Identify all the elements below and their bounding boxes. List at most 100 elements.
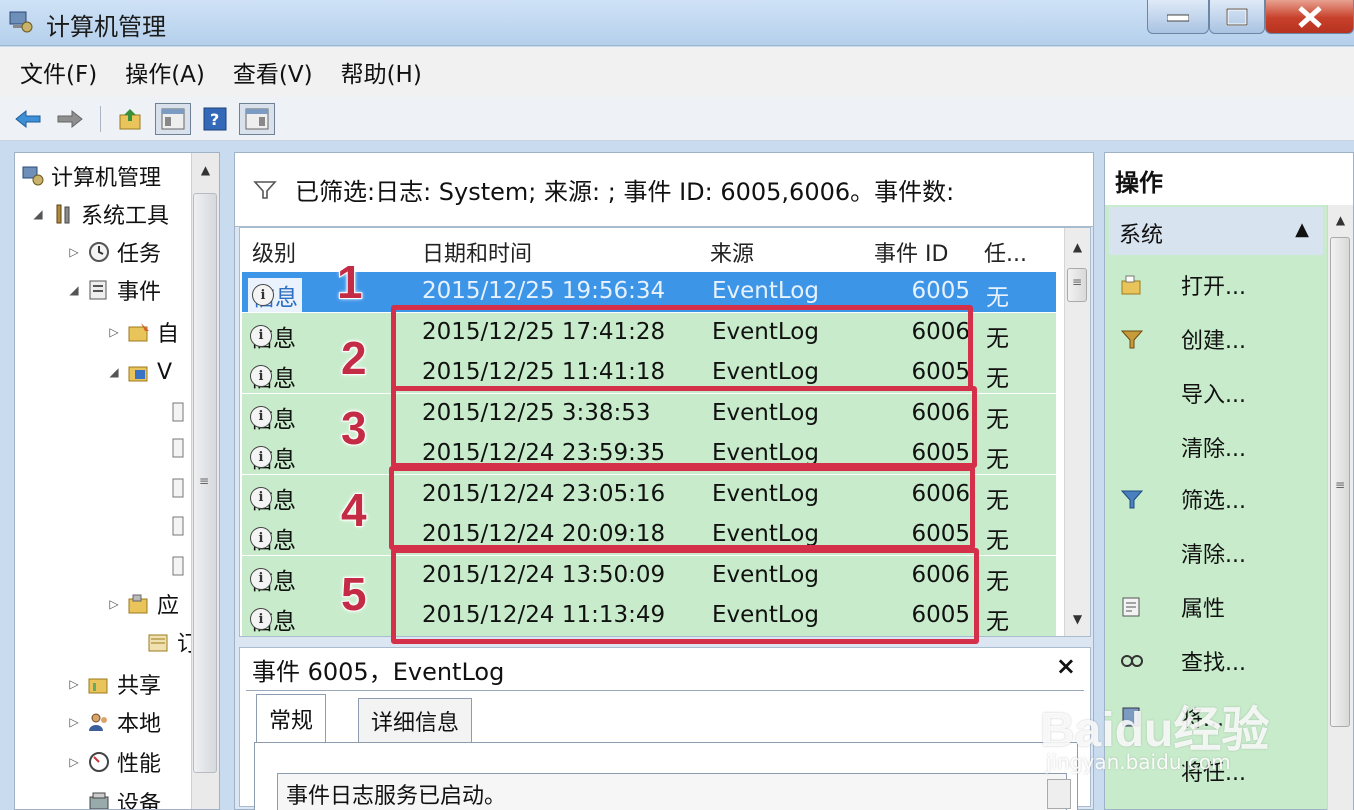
filter-description: 已筛选:日志: System; 来源: ; 事件 ID: 6005,6006。事…	[295, 178, 955, 206]
expand-arrow-icon[interactable]: ▷	[67, 755, 81, 769]
menu-help[interactable]: 帮助(H)	[341, 55, 422, 89]
general-tab-panel: 事件日志服务已启动。	[254, 742, 1078, 810]
scroll-up-arrow-icon[interactable]: ▲	[1065, 240, 1090, 254]
event-message[interactable]: 事件日志服务已启动。	[277, 773, 1067, 810]
scroll-down-arrow-icon[interactable]: ▼	[1065, 612, 1090, 626]
column-header-level[interactable]: 级别	[252, 236, 296, 268]
tree-item-shared-folders[interactable]: ▷ 共享	[67, 665, 161, 703]
up-folder-icon	[119, 108, 141, 129]
actions-scrollbar[interactable]: ▲ ≡	[1327, 205, 1353, 810]
up-folder-button[interactable]	[113, 103, 149, 135]
menu-view[interactable]: 查看(V)	[233, 55, 313, 89]
show-hide-action-pane-button[interactable]	[239, 102, 275, 135]
create-view-icon	[1119, 326, 1145, 352]
tree-item-performance[interactable]: ▷ 性能	[67, 743, 161, 781]
tree-item-computer-management[interactable]: 计算机管理	[21, 157, 161, 195]
annotation-number-1: 1	[336, 255, 364, 309]
annotation-number-2: 2	[340, 331, 368, 385]
event-id: 6005	[911, 521, 970, 547]
tree-item-log-forwarded[interactable]	[171, 547, 185, 585]
tree-item-task-scheduler[interactable]: ▷ 任务	[67, 233, 161, 271]
event-datetime: 2015/12/25 17:41:28	[422, 318, 666, 345]
tree-item-system-tools[interactable]: ◢ 系统工具	[31, 195, 169, 233]
action-item[interactable]: 清除...	[1109, 427, 1323, 467]
grip-icon: ≡	[199, 474, 210, 488]
tree-item-event-viewer[interactable]: ◢ 事件	[67, 271, 161, 309]
actions-group-system[interactable]: 系统 ▲	[1109, 207, 1323, 255]
grid-scroll-thumb[interactable]: ≡	[1067, 268, 1087, 302]
grid-header: 级别 日期和时间 来源 事件 ID 任...	[240, 228, 1064, 274]
column-header-task[interactable]: 任...	[984, 236, 1027, 268]
log-icon	[172, 402, 184, 422]
tree-item-label: 事件	[117, 280, 162, 305]
forward-button[interactable]	[52, 103, 88, 135]
show-hide-console-tree-button[interactable]	[155, 102, 191, 135]
collapse-arrow-icon[interactable]: ◢	[31, 207, 45, 221]
tree-item-local-users[interactable]: ▷ 本地	[67, 703, 161, 741]
actions-scroll-thumb[interactable]: ≡	[1330, 237, 1350, 727]
column-header-datetime[interactable]: 日期和时间	[422, 236, 532, 268]
action-item[interactable]: 将任...	[1109, 751, 1323, 791]
tree-item-log-application[interactable]	[171, 393, 185, 431]
tree-item-log-setup[interactable]	[171, 469, 185, 507]
title-bar: 计算机管理	[0, 0, 1354, 46]
tree-item-log-system[interactable]	[171, 507, 185, 545]
event-task: 无	[986, 366, 1009, 392]
tree-item-subscriptions[interactable]: 订	[127, 623, 199, 661]
action-item-label: 清除...	[1181, 437, 1246, 462]
menu-file[interactable]: 文件(F)	[20, 55, 97, 89]
action-item-label: 清除...	[1181, 543, 1246, 568]
expand-arrow-icon[interactable]: ▷	[107, 325, 121, 339]
menu-action[interactable]: 操作(A)	[125, 55, 205, 89]
scroll-up-arrow-icon[interactable]: ▲	[192, 163, 219, 177]
tab-details[interactable]: 详细信息	[358, 698, 473, 742]
collapse-arrow-icon[interactable]: ◢	[67, 283, 81, 297]
event-task: 无	[986, 609, 1009, 635]
action-item[interactable]: 查找...	[1109, 641, 1323, 681]
collapse-arrow-icon[interactable]: ◢	[107, 365, 121, 379]
close-button[interactable]	[1265, 0, 1354, 34]
column-header-event-id[interactable]: 事件 ID	[874, 236, 948, 268]
tree-scrollbar[interactable]: ▲ ≡	[191, 153, 219, 809]
expand-arrow-icon[interactable]: ▷	[67, 677, 81, 691]
column-header-source[interactable]: 来源	[710, 236, 754, 268]
event-task: 无	[986, 447, 1009, 473]
log-icon	[172, 556, 184, 576]
help-button[interactable]: ?	[197, 103, 233, 135]
tab-general[interactable]: 常规	[256, 694, 327, 742]
maximize-button[interactable]	[1209, 0, 1265, 34]
scroll-up-arrow-icon[interactable]: ▲	[1328, 213, 1353, 227]
filter-icon	[1119, 486, 1145, 512]
grid-scrollbar[interactable]: ▲ ≡ ▼	[1064, 228, 1090, 636]
collapse-caret-icon[interactable]: ▲	[1295, 219, 1309, 240]
action-item[interactable]: 筛选...	[1109, 479, 1323, 519]
tree-item-custom-views[interactable]: ▷ 自	[107, 313, 179, 351]
log-icon	[172, 438, 184, 458]
filter-icon	[253, 180, 277, 199]
tree-item-label: 共享	[117, 674, 162, 699]
tree-item-windows-logs[interactable]: ◢ V	[107, 353, 172, 391]
show-hide-action-pane-icon	[245, 108, 269, 129]
back-button[interactable]	[10, 103, 46, 135]
event-row[interactable]: i 信息 2015/12/25 19:56:34 EventLog 6005 无	[242, 272, 1056, 312]
action-item[interactable]: 导入...	[1109, 373, 1323, 413]
action-item[interactable]: 打开...	[1109, 265, 1323, 305]
expand-arrow-icon[interactable]: ▷	[67, 715, 81, 729]
message-scrollbar[interactable]	[1047, 779, 1071, 809]
minimize-button[interactable]	[1147, 0, 1209, 34]
action-item[interactable]: 将...	[1109, 697, 1323, 737]
info-icon: i	[250, 324, 272, 347]
window-title: 计算机管理	[46, 13, 166, 41]
computer-management-icon	[9, 11, 33, 33]
tree-item-log-security[interactable]	[171, 429, 185, 467]
info-icon: i	[250, 527, 272, 549]
action-item[interactable]: 属性	[1109, 587, 1323, 627]
tree-item-app-logs[interactable]: ▷ 应	[107, 585, 179, 623]
action-item[interactable]: 创建...	[1109, 319, 1323, 359]
action-item[interactable]: 清除...	[1109, 533, 1323, 573]
expand-arrow-icon[interactable]: ▷	[107, 597, 121, 611]
tree-scroll-thumb[interactable]: ≡	[193, 193, 217, 773]
expand-arrow-icon[interactable]: ▷	[67, 245, 81, 259]
details-close-button[interactable]: ×	[1056, 652, 1076, 680]
tree-item-device-manager[interactable]: 设备	[67, 783, 161, 809]
